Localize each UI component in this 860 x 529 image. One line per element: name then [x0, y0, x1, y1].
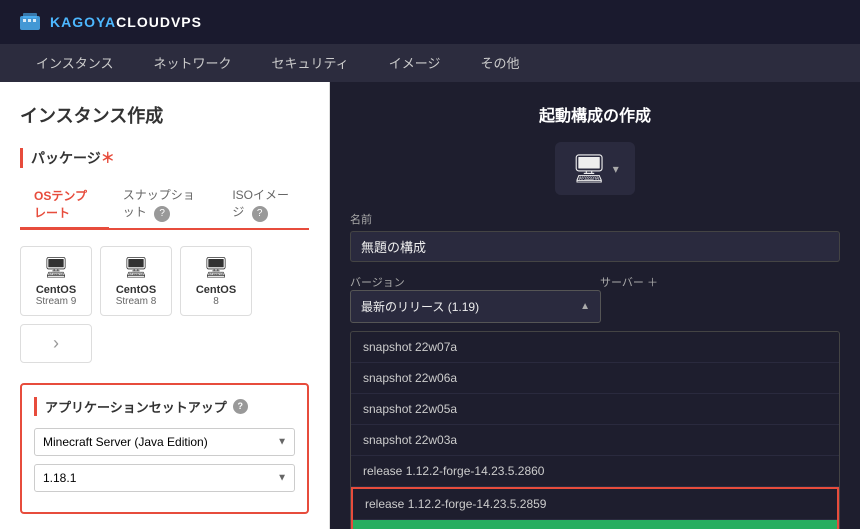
server-icon: 🖥: [571, 152, 607, 185]
version-item-22w05a[interactable]: snapshot 22w05a: [351, 394, 839, 425]
app-section-header: アプリケーションセットアップ ?: [34, 397, 295, 416]
version-server-header: バージョン サーバー ＋: [350, 274, 840, 290]
version-item-1181[interactable]: release 1.18.1: [353, 520, 837, 529]
app-setup-section: アプリケーションセットアップ ? Minecraft Server (Java …: [20, 383, 309, 514]
app-select[interactable]: Minecraft Server (Java Edition): [34, 428, 295, 456]
nav-item-image[interactable]: イメージ: [369, 44, 461, 82]
os-card-centos9[interactable]: 🖥 CentOS Stream 9: [20, 246, 92, 316]
server-icon-area: 🖥 ▾: [350, 142, 840, 195]
centos-icon-2: 🖥: [105, 255, 167, 280]
tab-os-template[interactable]: OSテンプレート: [20, 181, 109, 229]
right-panel-title: 起動構成の作成: [350, 102, 840, 126]
app-select-wrapper: Minecraft Server (Java Edition) ▼: [34, 428, 295, 456]
version-dropdown-trigger[interactable]: 最新のリリース (1.19) ▲: [350, 290, 601, 323]
package-section-header: パッケージ＊: [20, 148, 309, 168]
name-input[interactable]: [350, 231, 840, 262]
selected-version-label: 最新のリリース (1.19): [361, 298, 479, 315]
os-card-more[interactable]: ›: [20, 324, 92, 363]
tab-snapshot[interactable]: スナップショット ?: [109, 180, 219, 230]
header: KAGOYACLOUDVPS: [0, 0, 860, 44]
version-select-wrapper: 1.18.1 ▼: [34, 464, 295, 492]
iso-help-icon[interactable]: ?: [252, 206, 268, 222]
logo-text: KAGOYACLOUDVPS: [50, 14, 202, 30]
version-item-22w07a[interactable]: snapshot 22w07a: [351, 332, 839, 363]
server-col-empty: [611, 290, 840, 323]
server-col-header: サーバー ＋: [600, 274, 840, 290]
os-card-centos8[interactable]: 🖥 CentOS 8: [180, 246, 252, 316]
os-cards-container: 🖥 CentOS Stream 9 🖥 CentOS Stream 8 🖥 Ce…: [20, 246, 309, 363]
version-select[interactable]: 1.18.1: [34, 464, 295, 492]
snapshot-help-icon[interactable]: ?: [154, 206, 170, 222]
nav-item-instances[interactable]: インスタンス: [16, 44, 133, 82]
version-item-forge2859[interactable]: release 1.12.2-forge-14.23.5.2859: [353, 489, 837, 520]
tab-iso-image[interactable]: ISOイメージ ?: [218, 180, 309, 230]
left-panel: インスタンス作成 パッケージ＊ OSテンプレート スナップショット ? ISOイ…: [0, 82, 330, 529]
logo: KAGOYACLOUDVPS: [16, 8, 202, 36]
server-icon-dropdown-icon: ▾: [613, 162, 619, 176]
right-panel: 起動構成の作成 🖥 ▾ 名前 バージョン サーバー ＋ 最新のリリース (1.1…: [330, 82, 860, 529]
server-icon-button[interactable]: 🖥 ▾: [555, 142, 635, 195]
nav-item-security[interactable]: セキュリティ: [252, 44, 369, 82]
app-help-icon[interactable]: ?: [233, 399, 248, 414]
version-item-22w03a[interactable]: snapshot 22w03a: [351, 425, 839, 456]
centos-icon-3: 🖥: [185, 255, 247, 280]
version-selector-row: 最新のリリース (1.19) ▲: [350, 290, 840, 323]
package-tabs: OSテンプレート スナップショット ? ISOイメージ ?: [20, 180, 309, 230]
os-card-centos8s[interactable]: 🖥 CentOS Stream 8: [100, 246, 172, 316]
name-field-label: 名前: [350, 211, 840, 227]
version-dropdown-arrow-icon: ▲: [580, 301, 590, 312]
highlight-border-box: release 1.12.2-forge-14.23.5.2859 releas…: [351, 487, 839, 529]
version-col-header: バージョン: [350, 274, 590, 290]
version-item-forge2860[interactable]: release 1.12.2-forge-14.23.5.2860: [351, 456, 839, 487]
version-dropdown-list: snapshot 22w07a snapshot 22w06a snapshot…: [350, 331, 840, 529]
nav-item-other[interactable]: その他: [460, 44, 539, 82]
centos-icon: 🖥: [25, 255, 87, 280]
page-title: インスタンス作成: [20, 102, 309, 128]
version-item-22w06a[interactable]: snapshot 22w06a: [351, 363, 839, 394]
main-content: インスタンス作成 パッケージ＊ OSテンプレート スナップショット ? ISOイ…: [0, 82, 860, 529]
main-nav: インスタンス ネットワーク セキュリティ イメージ その他: [0, 44, 860, 82]
nav-item-network[interactable]: ネットワーク: [133, 44, 251, 82]
logo-icon: [16, 8, 44, 36]
